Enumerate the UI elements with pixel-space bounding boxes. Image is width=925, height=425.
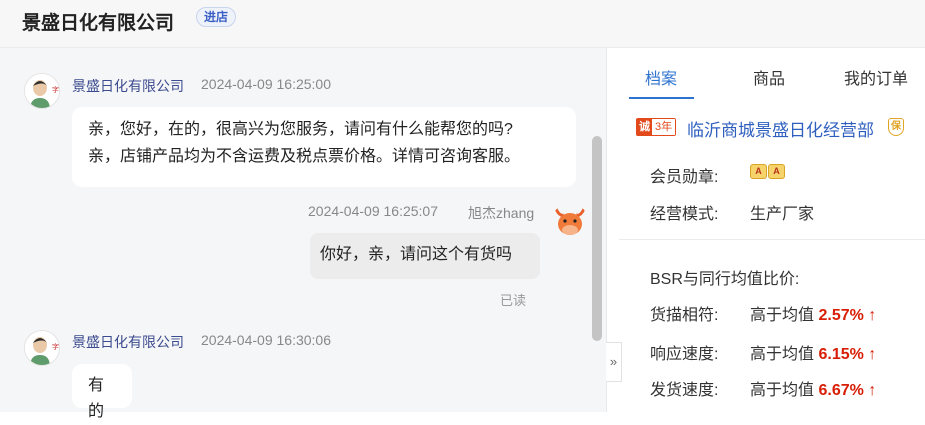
message-time: 2024-04-09 16:25:07	[308, 203, 438, 219]
store-full-name[interactable]: 临沂商城景盛日化经营部	[687, 116, 874, 141]
chat-header: 景盛日化有限公司 进店	[0, 0, 925, 48]
bsr-label: 货描相符:	[650, 307, 719, 324]
svg-text:字: 字	[52, 85, 59, 94]
integrity-icon: 诚	[637, 119, 652, 135]
guarantee-shield-icon: 保	[888, 118, 904, 136]
bsr-row: 高于均值 6.15% ↑	[750, 340, 876, 364]
tab-profile[interactable]: 档案	[645, 65, 677, 89]
seller-avatar[interactable]: 字	[24, 73, 60, 109]
message-line: 亲，您好，在的，很高兴为您服务，请问有什么能帮您的吗?	[88, 121, 513, 138]
message-sender: 景盛日化有限公司	[72, 78, 184, 94]
arrow-up-icon: ↑	[868, 307, 877, 324]
section-divider	[619, 239, 925, 240]
bsr-percent: 2.57%	[818, 307, 864, 324]
bsr-row: 高于均值 2.57% ↑	[750, 301, 876, 325]
active-tab-indicator	[629, 97, 694, 99]
message-time: 2024-04-09 16:25:00	[201, 76, 331, 92]
bsr-label: 发货速度:	[650, 382, 719, 399]
arrow-up-icon: ↑	[868, 382, 877, 399]
crown-badge-icon: A	[768, 164, 785, 179]
tab-products[interactable]: 商品	[753, 65, 785, 89]
bsr-title: BSR与同行均值比价:	[650, 271, 800, 288]
member-badge-label: 会员勋章:	[650, 169, 719, 186]
chat-scrollbar[interactable]	[592, 136, 602, 341]
crown-badge-icon: A	[750, 164, 767, 179]
message-bubble-outgoing: 你好，亲，请问这个有货吗	[310, 233, 540, 279]
message-bubble: 亲，您好，在的，很高兴为您服务，请问有什么能帮您的吗? 亲，店铺产品均为不含运费…	[72, 107, 576, 187]
enter-store-button[interactable]: 进店	[196, 7, 237, 27]
seller-avatar[interactable]: 字	[24, 330, 60, 366]
chat-area	[0, 48, 606, 412]
bsr-percent: 6.67%	[818, 382, 864, 399]
message-sender: 旭杰zhang	[468, 205, 535, 221]
years-text: 3年	[652, 119, 676, 135]
message-bubble: 有的	[72, 364, 132, 420]
message-line: 亲，店铺产品均为不含运费及税点票价格。详情可咨询客服。	[88, 148, 521, 165]
years-badge: 诚 3年	[636, 118, 677, 136]
business-mode-label: 经营模式:	[650, 206, 719, 223]
collapse-panel-button[interactable]: »	[606, 342, 622, 382]
tab-my-orders[interactable]: 我的订单	[844, 65, 908, 89]
arrow-up-icon: ↑	[868, 346, 877, 363]
bsr-label: 响应速度:	[650, 346, 719, 363]
bsr-percent: 6.15%	[818, 346, 864, 363]
svg-text:字: 字	[52, 342, 59, 351]
bull-avatar-icon	[554, 208, 586, 235]
bsr-row: 高于均值 6.67% ↑	[750, 376, 876, 400]
bsr-compare: 高于均值	[750, 307, 815, 324]
bsr-compare: 高于均值	[750, 382, 815, 399]
buyer-avatar[interactable]	[552, 203, 588, 239]
message-sender: 景盛日化有限公司	[72, 334, 184, 350]
message-time: 2024-04-09 16:30:06	[201, 332, 331, 348]
shop-name: 景盛日化有限公司	[22, 13, 175, 34]
read-status: 已读	[500, 293, 527, 308]
business-mode-value: 生产厂家	[750, 206, 815, 223]
bsr-compare: 高于均值	[750, 346, 815, 363]
